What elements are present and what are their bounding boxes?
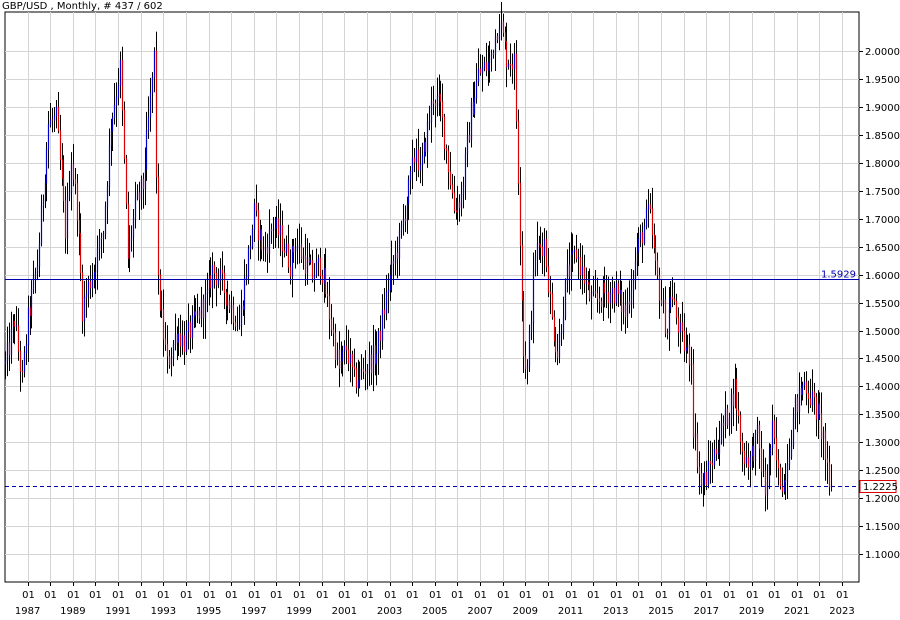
y-tick-label: 1.6500 xyxy=(865,243,900,254)
x-month-label: 01 xyxy=(813,590,826,601)
y-tick-label: 2.0000 xyxy=(865,47,900,58)
x-month-label: 01 xyxy=(316,590,329,601)
last-price-label: 1.2225 xyxy=(863,482,898,493)
x-month-label: 01 xyxy=(112,590,125,601)
x-year-label: 2011 xyxy=(558,606,583,617)
x-month-label: 01 xyxy=(89,590,102,601)
x-year-label: 1989 xyxy=(60,606,85,617)
x-year-label: 1987 xyxy=(15,606,40,617)
y-tick-label: 1.6000 xyxy=(865,271,900,282)
x-month-label: 01 xyxy=(678,590,691,601)
x-month-label: 01 xyxy=(67,590,80,601)
x-year-label: 2009 xyxy=(513,606,538,617)
x-month-label: 01 xyxy=(338,590,351,601)
x-year-label: 1991 xyxy=(105,606,130,617)
y-tick-label: 1.9000 xyxy=(865,103,900,114)
x-month-label: 01 xyxy=(451,590,464,601)
x-year-label: 1995 xyxy=(196,606,221,617)
y-tick-label: 1.9500 xyxy=(865,75,900,86)
x-year-label: 2017 xyxy=(694,606,719,617)
x-month-label: 01 xyxy=(429,590,442,601)
x-month-label: 01 xyxy=(22,590,35,601)
x-year-label: 1999 xyxy=(286,606,311,617)
x-month-label: 01 xyxy=(746,590,759,601)
x-month-label: 01 xyxy=(791,590,804,601)
y-tick-label: 1.8500 xyxy=(865,131,900,142)
x-year-label: 2001 xyxy=(332,606,357,617)
x-month-label: 01 xyxy=(384,590,397,601)
x-year-label: 2007 xyxy=(467,606,492,617)
y-tick-label: 1.8000 xyxy=(865,159,900,170)
x-month-label: 01 xyxy=(700,590,713,601)
x-month-label: 01 xyxy=(723,590,736,601)
x-month-label: 01 xyxy=(655,590,668,601)
x-year-label: 2023 xyxy=(829,606,854,617)
y-tick-label: 1.7500 xyxy=(865,187,900,198)
x-month-label: 01 xyxy=(836,590,849,601)
x-month-label: 01 xyxy=(497,590,510,601)
x-year-label: 2015 xyxy=(648,606,673,617)
y-tick-label: 1.5500 xyxy=(865,299,900,310)
x-month-label: 01 xyxy=(44,590,57,601)
gbpusd-chart: GBP/USD , Monthly, # 437 / 602 2.0000 1.9… xyxy=(0,0,900,620)
y-tick-label: 1.2500 xyxy=(865,466,900,477)
y-tick-label: 1.4000 xyxy=(865,382,900,393)
x-month-label: 01 xyxy=(135,590,148,601)
x-month-label: 01 xyxy=(248,590,261,601)
x-month-label: 01 xyxy=(270,590,283,601)
y-tick-label: 1.1500 xyxy=(865,522,900,533)
x-year-label: 2021 xyxy=(784,606,809,617)
y-tick-label: 1.3500 xyxy=(865,410,900,421)
x-month-label: 01 xyxy=(203,590,216,601)
y-tick-label: 1.2000 xyxy=(865,494,900,505)
x-month-label: 01 xyxy=(519,590,532,601)
x-month-label: 01 xyxy=(157,590,170,601)
x-year-label: 2005 xyxy=(422,606,447,617)
x-month-label: 01 xyxy=(768,590,781,601)
y-tick-label: 1.7000 xyxy=(865,215,900,226)
x-year-label: 1997 xyxy=(241,606,266,617)
x-year-label: 1993 xyxy=(151,606,176,617)
x-year-label: 2013 xyxy=(603,606,628,617)
x-month-label: 01 xyxy=(565,590,578,601)
x-month-label: 01 xyxy=(361,590,374,601)
y-tick-label: 1.4500 xyxy=(865,354,900,365)
x-month-label: 01 xyxy=(610,590,623,601)
reference-line-label: 1.5929 xyxy=(821,270,856,281)
x-month-label: 01 xyxy=(180,590,193,601)
x-month-label: 01 xyxy=(225,590,238,601)
x-year-label: 2003 xyxy=(377,606,402,617)
y-tick-label: 1.1000 xyxy=(865,550,900,561)
x-month-label: 01 xyxy=(587,590,600,601)
y-tick-label: 1.5000 xyxy=(865,327,900,338)
x-month-label: 01 xyxy=(293,590,306,601)
x-month-label: 01 xyxy=(542,590,555,601)
y-tick-label: 1.3000 xyxy=(865,438,900,449)
x-month-label: 01 xyxy=(406,590,419,601)
x-month-label: 01 xyxy=(632,590,645,601)
x-month-label: 01 xyxy=(474,590,487,601)
x-year-label: 2019 xyxy=(739,606,764,617)
chart-canvas: 2.0000 1.9500 1.9000 1.8500 1.8000 1.7500 1.70… xyxy=(4,1,900,617)
